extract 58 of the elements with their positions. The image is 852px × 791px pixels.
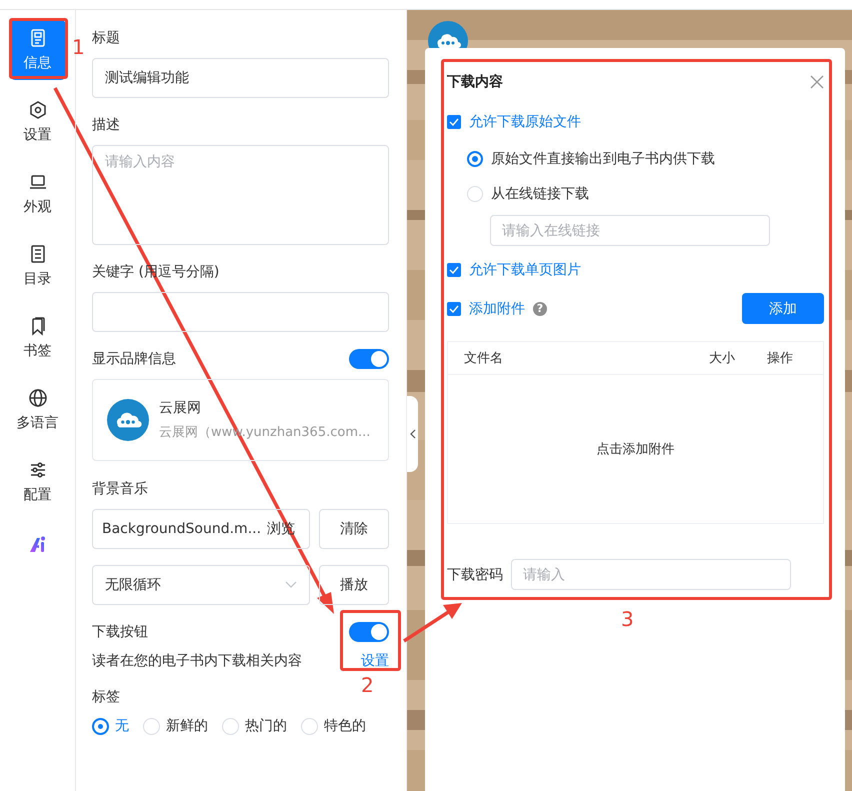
chevron-down-icon (285, 581, 297, 589)
column-header: 文件名 (464, 350, 504, 367)
checkbox-label[interactable]: 允许下载原始文件 (469, 113, 581, 131)
radio-label[interactable]: 原始文件直接输出到电子书内供下载 (491, 150, 715, 168)
nav-item[interactable]: 多语言 (10, 380, 66, 440)
checkbox-label[interactable]: 允许下载单页图片 (469, 261, 581, 279)
settings-link[interactable]: 设置 (361, 652, 389, 670)
loop-select[interactable]: 无限循环 (92, 565, 310, 605)
column-header: 操作 (767, 350, 794, 367)
brand-name: 云展网 (159, 399, 202, 417)
collapse-handle[interactable] (407, 396, 418, 472)
annotation-number: 1 (72, 36, 85, 58)
play-button[interactable]: 播放 (319, 565, 389, 605)
close-icon[interactable] (810, 75, 824, 89)
nav-item[interactable]: 书签 (10, 308, 66, 368)
ai-assistant-icon[interactable] (28, 534, 48, 554)
chevron-left-icon (410, 429, 416, 439)
checkbox[interactable] (447, 115, 461, 129)
checkbox[interactable] (447, 263, 461, 277)
file-name: BackgroundSound.m... (102, 521, 262, 537)
nav-item[interactable]: 设置 (10, 92, 66, 152)
annotation-number: 3 (621, 608, 634, 630)
field-label: 背景音乐 (92, 480, 149, 499)
toggle-switch[interactable] (349, 349, 389, 369)
field-label: 描述 (92, 116, 121, 135)
field-label: 下载按钮 (92, 623, 148, 642)
tag-option[interactable]: 热门的 (222, 717, 287, 735)
nav-item[interactable]: 外观 (10, 164, 66, 224)
radio-button[interactable] (467, 151, 483, 167)
cloud-logo (107, 399, 149, 441)
title-field[interactable]: 测试编辑功能 (92, 58, 389, 98)
annotation-arrow (403, 603, 462, 642)
checkbox-label[interactable]: 添加附件 (469, 300, 525, 318)
tag-option[interactable]: 新鲜的 (143, 717, 208, 735)
nav-item[interactable]: 目录 (10, 236, 66, 296)
download-description: 读者在您的电子书内下载相关内容 (92, 652, 302, 670)
annotation-number: 2 (361, 674, 374, 696)
add-button[interactable]: 添加 (742, 293, 824, 324)
clear-button[interactable]: 清除 (319, 509, 389, 549)
field-label: 下载密码 (447, 566, 503, 584)
annotation-box (9, 18, 68, 79)
field-label: 标签 (92, 688, 121, 707)
annotation-box (340, 610, 401, 671)
tag-option[interactable]: 特色的 (301, 717, 366, 735)
checkbox[interactable] (447, 302, 461, 316)
tag-option[interactable]: 无 (92, 717, 129, 735)
toggle-switch[interactable] (349, 622, 389, 642)
field-label: 显示品牌信息 (92, 350, 176, 369)
column-header: 大小 (709, 350, 736, 367)
radio-label[interactable]: 从在线链接下载 (491, 185, 589, 203)
field-label: 标题 (92, 29, 121, 48)
nav-item[interactable]: 配置 (10, 452, 66, 512)
radio-button[interactable] (92, 718, 109, 734)
keywords-field[interactable] (92, 292, 389, 332)
globe-icon (28, 388, 48, 408)
empty-table-message[interactable]: 点击添加附件 (596, 440, 674, 458)
dialog-title: 下载内容 (447, 73, 503, 91)
settings-icon (28, 100, 48, 120)
